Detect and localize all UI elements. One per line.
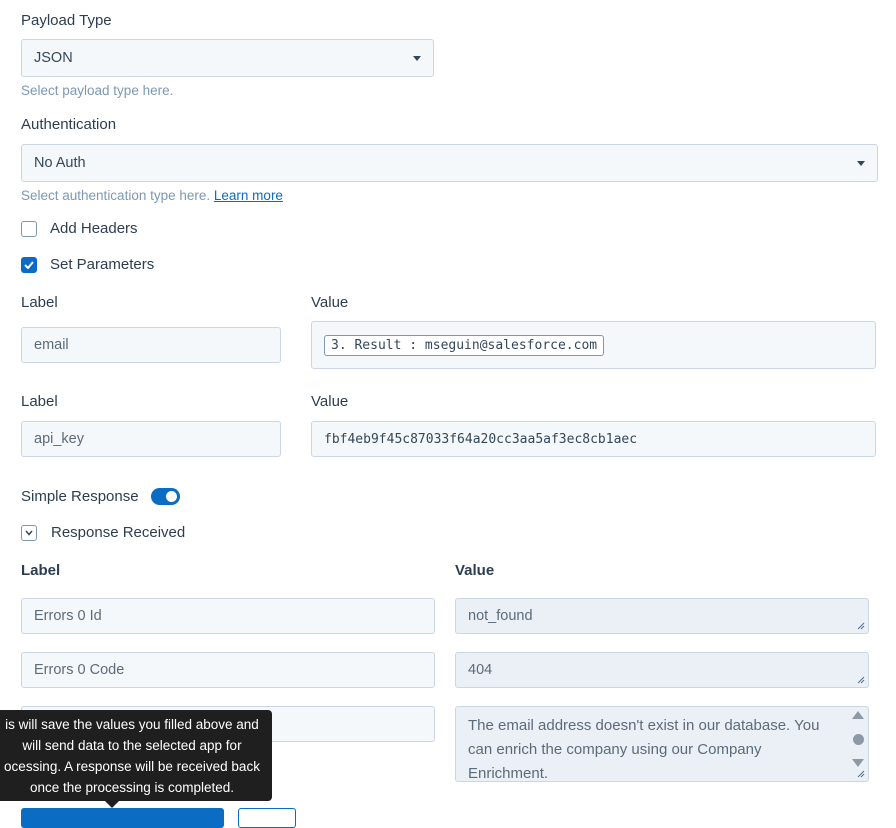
tooltip-line: will send data to the selected app for [22,738,242,753]
resize-handle-icon[interactable] [856,675,865,684]
authentication-select[interactable]: No Auth [21,144,878,182]
tooltip-line: is will save the values you filled above… [5,717,259,732]
authentication-help: Select authentication type here. Learn m… [21,188,283,203]
secondary-action-button[interactable] [238,808,296,828]
response-received-label: Response Received [51,524,186,541]
response-value-textarea: The email address doesn't exist in our d… [455,706,869,782]
add-headers-label: Add Headers [50,220,138,237]
payload-type-label: Payload Type [21,12,112,29]
response-label-header: Label [21,562,61,579]
response-value-field: 404 [455,652,869,688]
simple-response-row: Simple Response [21,488,180,505]
chevron-down-icon[interactable] [21,524,37,541]
authentication-value: No Auth [34,155,86,171]
simple-response-label: Simple Response [21,488,139,505]
param-value-header: Value [311,393,349,410]
response-value-header: Value [455,562,495,579]
response-value-text: The email address doesn't exist in our d… [468,717,820,782]
payload-type-help: Select payload type here. [21,83,174,98]
param-value-token[interactable]: 3. Result : mseguin@salesforce.com [324,334,605,356]
param-label-input[interactable]: email [21,327,281,363]
param-value-input[interactable]: fbf4eb9f45c87033f64a20cc3aa5af3ec8cb1aec [311,421,876,457]
tooltip-line: ocessing. A response will be received ba… [4,759,260,774]
authentication-label: Authentication [21,116,117,133]
scroll-down-icon[interactable] [852,759,864,767]
resize-handle-icon[interactable] [856,621,865,630]
param-label-header: Label [21,393,58,410]
set-parameters-label: Set Parameters [50,256,155,273]
response-label-field[interactable]: Errors 0 Id [21,598,435,634]
tooltip-line: once the processing is completed. [29,780,235,795]
resize-handle-icon[interactable] [856,769,865,778]
response-value-field: not_found [455,598,869,634]
learn-more-link[interactable]: Learn more [214,188,283,203]
param-label-header: Label [21,294,58,311]
payload-type-select[interactable]: JSON [21,39,434,77]
response-label-field[interactable]: Errors 0 Code [21,652,435,688]
response-value-text: 404 [468,662,493,678]
action-tooltip: is will save the values you filled above… [0,710,272,808]
response-received-header[interactable]: Response Received [21,524,185,541]
set-parameters-option[interactable]: Set Parameters [21,256,154,273]
add-headers-checkbox[interactable] [21,220,37,237]
checkmark-icon [24,260,34,269]
add-headers-option[interactable]: Add Headers [21,220,138,237]
param-label-input[interactable]: api_key [21,421,281,457]
scroll-thumb[interactable] [852,733,864,745]
chevron-glyph-icon [25,530,33,536]
set-parameters-checkbox[interactable] [21,256,37,273]
param-value-input[interactable]: 3. Result : mseguin@salesforce.com [311,321,876,369]
chevron-down-icon [857,160,865,166]
response-value-text: not_found [468,608,533,624]
chevron-down-icon [413,55,421,61]
scroll-up-icon[interactable] [852,711,864,719]
authentication-help-text: Select authentication type here. [21,188,211,203]
payload-type-value: JSON [34,50,73,66]
primary-action-button[interactable] [21,808,224,828]
scrollbar[interactable] [851,711,865,767]
simple-response-toggle[interactable] [150,488,180,505]
param-value-header: Value [311,294,349,311]
